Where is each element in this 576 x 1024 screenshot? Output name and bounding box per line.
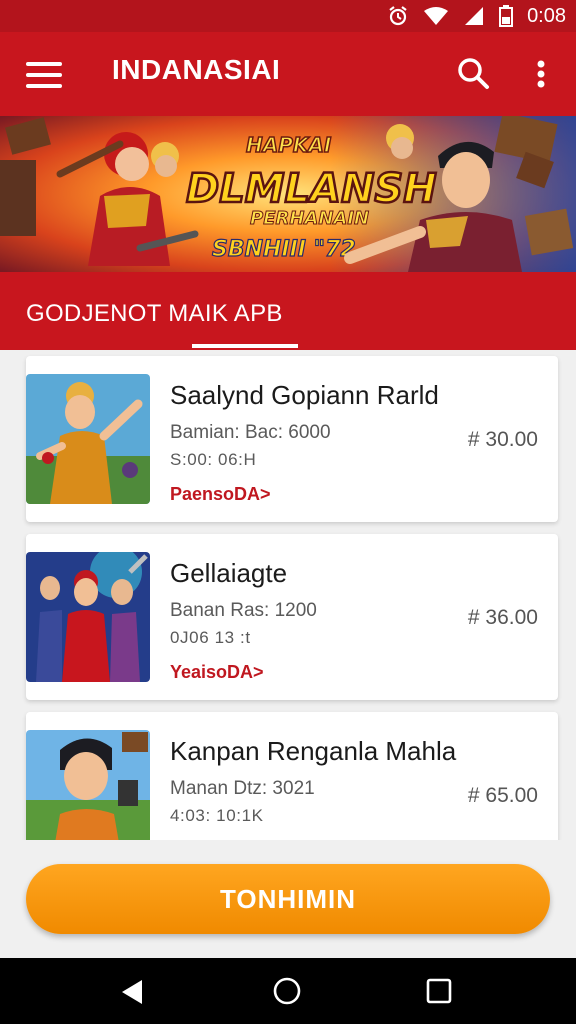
game-list[interactable]: Saalynd Gopiann Rarld Bamian: Bac: 6000 … (0, 350, 576, 840)
home-icon[interactable] (272, 976, 302, 1006)
banner-headline-small: HAPKAI (246, 133, 332, 157)
signal-icon (463, 6, 485, 26)
app-screen: 0:08 INDANASIAI HAPKAI DLMLANSH PERHANAI… (0, 0, 576, 1024)
section-tab-title[interactable]: GODJENOT MAIK APB (26, 300, 283, 328)
game-detail-link[interactable]: YeaisoDA> (170, 662, 264, 683)
game-title: Kanpan Renganla Mahla (170, 736, 457, 766)
game-meta-line: 0J06 13 :t (170, 628, 251, 647)
game-card[interactable]: Kanpan Renganla Mahla Manan Dtz: 3021 4:… (26, 712, 558, 840)
battery-icon (499, 5, 514, 27)
primary-action-button[interactable]: TONHIMIN (26, 864, 550, 934)
banner-headline-sub: PERHANAIN (250, 208, 369, 229)
bottom-action-area: TONHIMIN (0, 840, 576, 958)
banner-headline-bottom: SBNHIII "72 (212, 237, 356, 262)
game-info-line: Banan Ras: 1200 (170, 600, 317, 621)
menu-icon[interactable] (26, 62, 62, 88)
game-thumbnail (26, 730, 150, 840)
wifi-icon (423, 6, 449, 26)
app-title: INDANASIAI (112, 54, 281, 85)
game-info-line: Bamian: Bac: 6000 (170, 422, 331, 443)
section-header: GODJENOT MAIK APB (0, 272, 576, 350)
back-icon[interactable] (118, 978, 146, 1006)
system-nav-bar (0, 958, 576, 1024)
banner-headline-main: DLMLANSH (186, 166, 437, 212)
game-card[interactable]: Gellaiagte Banan Ras: 1200 0J06 13 :t Ye… (26, 534, 558, 700)
app-bar: INDANASIAI (0, 32, 576, 116)
search-icon[interactable] (454, 54, 494, 94)
game-meta-line: 4:03: 10:1K (170, 806, 264, 825)
game-thumbnail (26, 374, 150, 504)
tab-indicator (192, 344, 298, 348)
game-title: Saalynd Gopiann Rarld (170, 380, 439, 410)
status-bar: 0:08 (0, 0, 576, 32)
game-info-line: Manan Dtz: 3021 (170, 778, 315, 799)
game-thumbnail (26, 552, 150, 682)
promo-banner[interactable]: HAPKAI DLMLANSH PERHANAIN SBNHIII "72 (0, 116, 576, 272)
recents-icon[interactable] (426, 978, 452, 1004)
banner-artwork: HAPKAI DLMLANSH PERHANAIN SBNHIII "72 (0, 116, 576, 272)
game-detail-link[interactable]: PaensoDA> (170, 484, 271, 505)
game-price: # 30.00 (467, 428, 538, 451)
more-vert-icon[interactable] (526, 56, 556, 96)
game-price: # 36.00 (467, 606, 538, 629)
game-meta-line: S:00: 06:H (170, 450, 257, 469)
game-card[interactable]: Saalynd Gopiann Rarld Bamian: Bac: 6000 … (26, 356, 558, 522)
alarm-icon (387, 5, 409, 27)
game-title: Gellaiagte (170, 558, 288, 588)
game-price: # 65.00 (467, 784, 538, 807)
status-time: 0:08 (527, 4, 566, 27)
